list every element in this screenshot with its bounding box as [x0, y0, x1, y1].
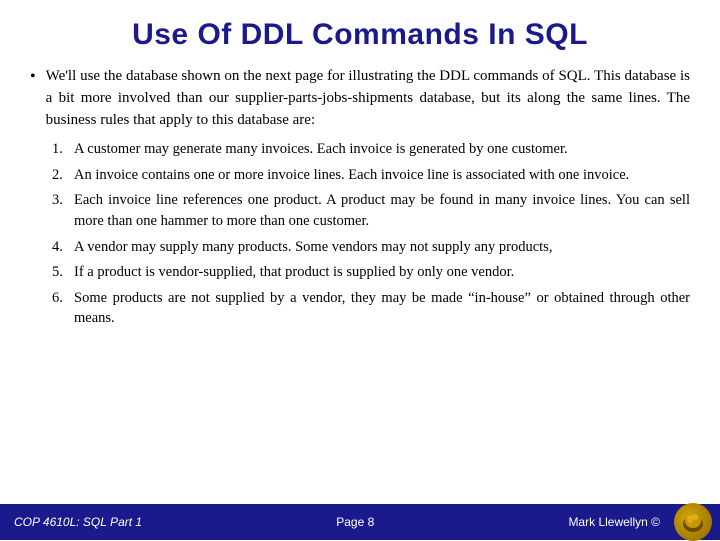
footer-left: COP 4610L: SQL Part 1: [14, 515, 142, 529]
bullet-point: •: [30, 68, 36, 86]
logo-icon: [674, 503, 712, 541]
item-text-4: A vendor may supply many products. Some …: [74, 237, 690, 258]
footer-right: Mark Llewellyn ©: [568, 515, 660, 529]
item-number-2: 2.: [52, 165, 74, 186]
item-number-1: 1.: [52, 139, 74, 160]
item-number-6: 6.: [52, 288, 74, 309]
item-text-1: A customer may generate many invoices. E…: [74, 139, 690, 160]
list-item-5: 5. If a product is vendor-supplied, that…: [52, 262, 690, 283]
content-area: • We'll use the database shown on the ne…: [30, 66, 690, 540]
item-number-3: 3.: [52, 190, 74, 211]
footer-logo: [674, 503, 712, 541]
list-item-2: 2. An invoice contains one or more invoi…: [52, 165, 690, 186]
slide: Use Of DDL Commands In SQL • We'll use t…: [0, 0, 720, 540]
item-text-2: An invoice contains one or more invoice …: [74, 165, 690, 186]
item-number-4: 4.: [52, 237, 74, 258]
numbered-list: 1. A customer may generate many invoices…: [52, 139, 690, 329]
item-text-5: If a product is vendor-supplied, that pr…: [74, 262, 690, 283]
item-text-6: Some products are not supplied by a vend…: [74, 288, 690, 329]
intro-text: We'll use the database shown on the next…: [46, 66, 690, 131]
footer: COP 4610L: SQL Part 1 Page 8 Mark Llewel…: [0, 504, 720, 540]
list-item-3: 3. Each invoice line references one prod…: [52, 190, 690, 231]
item-text-3: Each invoice line references one product…: [74, 190, 690, 231]
logo-svg: [679, 508, 707, 536]
list-item-1: 1. A customer may generate many invoices…: [52, 139, 690, 160]
list-item-4: 4. A vendor may supply many products. So…: [52, 237, 690, 258]
footer-center: Page 8: [336, 515, 374, 529]
intro-row: • We'll use the database shown on the ne…: [30, 66, 690, 131]
list-item-6: 6. Some products are not supplied by a v…: [52, 288, 690, 329]
item-number-5: 5.: [52, 262, 74, 283]
slide-title: Use Of DDL Commands In SQL: [30, 18, 690, 52]
